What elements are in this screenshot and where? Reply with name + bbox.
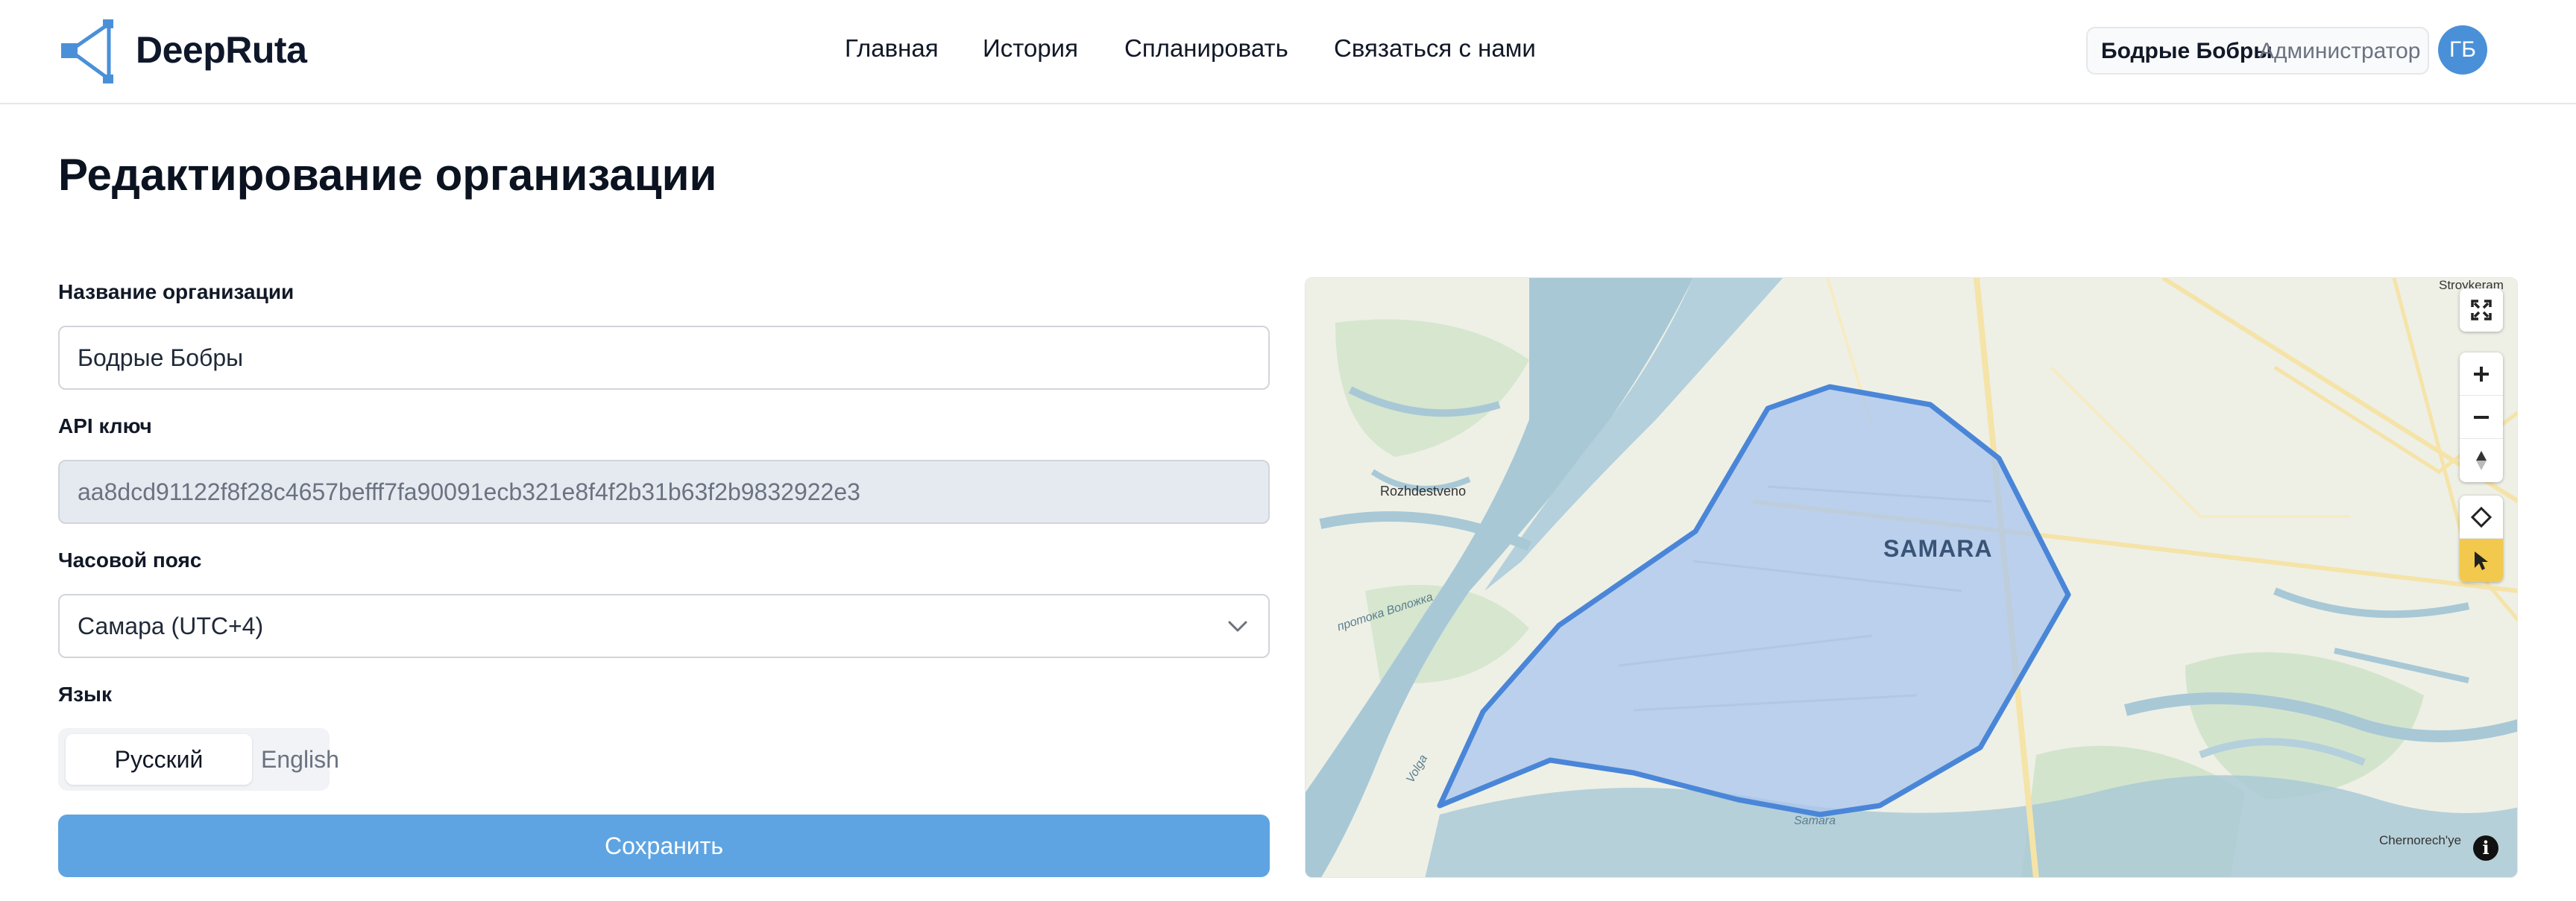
language-option-english[interactable]: English [261,734,339,785]
zoom-in-button[interactable] [2460,353,2503,396]
compass-icon [2476,451,2487,470]
zoom-out-button[interactable] [2460,396,2503,439]
zoom-control [2460,353,2503,482]
timezone-select[interactable]: Самара (UTC+4) [58,594,1270,658]
page-title: Редактирование организации [58,150,717,200]
timezone-label: Часовой пояс [58,548,202,572]
save-button[interactable]: Сохранить [58,815,1270,877]
map-place-label: Samara [1794,815,1836,827]
zoom-out-icon [2474,416,2489,419]
map-attribution-info-icon[interactable]: i [2473,835,2498,861]
language-label: Язык [58,683,112,706]
fullscreen-icon [2471,300,2492,320]
map-city-label: SAMARA [1883,535,1993,562]
compass-button[interactable] [2460,439,2503,482]
nav-item-history[interactable]: История [983,34,1078,63]
nav-item-contact[interactable]: Связаться с нами [1334,34,1536,63]
top-header: DeepRuta Главная История Спланировать Св… [0,0,2576,104]
pointer-select-icon [2475,551,2488,570]
user-role: Администратор [2259,39,2421,63]
language-option-russian[interactable]: Русский [66,734,252,785]
polygon-draw-button[interactable] [2460,496,2503,539]
user-org-name: Бодрые Бобры [2101,39,2273,63]
language-toggle: Русский English [58,728,339,791]
chevron-down-icon [1228,621,1247,632]
map-view[interactable]: SAMARA Rozhdestveno Stroykeram Chernorec… [1305,277,2518,878]
org-name-label: Название организации [58,280,295,303]
api-key-label: API ключ [58,414,152,437]
draw-tools [2460,496,2503,582]
nav-item-plan[interactable]: Спланировать [1124,34,1288,63]
map-place-label: Chernorech'ye [2379,833,2462,847]
map-canvas[interactable] [1306,278,2518,878]
fullscreen-button[interactable] [2460,288,2503,332]
org-name-input[interactable]: Бодрые Бобры [58,326,1270,390]
map-place-label: Rozhdestveno [1380,484,1467,499]
nav-item-home[interactable]: Главная [845,34,939,63]
user-org-switcher[interactable]: Бодрые Бобры Администратор [2086,27,2429,75]
fullscreen-control [2460,288,2503,332]
api-key-field[interactable]: aa8dcd91122f8f28c4657befff7fa90091ecb321… [58,460,1270,524]
avatar[interactable]: ГБ [2438,25,2487,75]
zoom-in-icon [2474,367,2489,382]
polygon-draw-icon [2470,506,2492,528]
pointer-select-button[interactable] [2460,539,2503,582]
timezone-value: Самара (UTC+4) [78,613,264,639]
